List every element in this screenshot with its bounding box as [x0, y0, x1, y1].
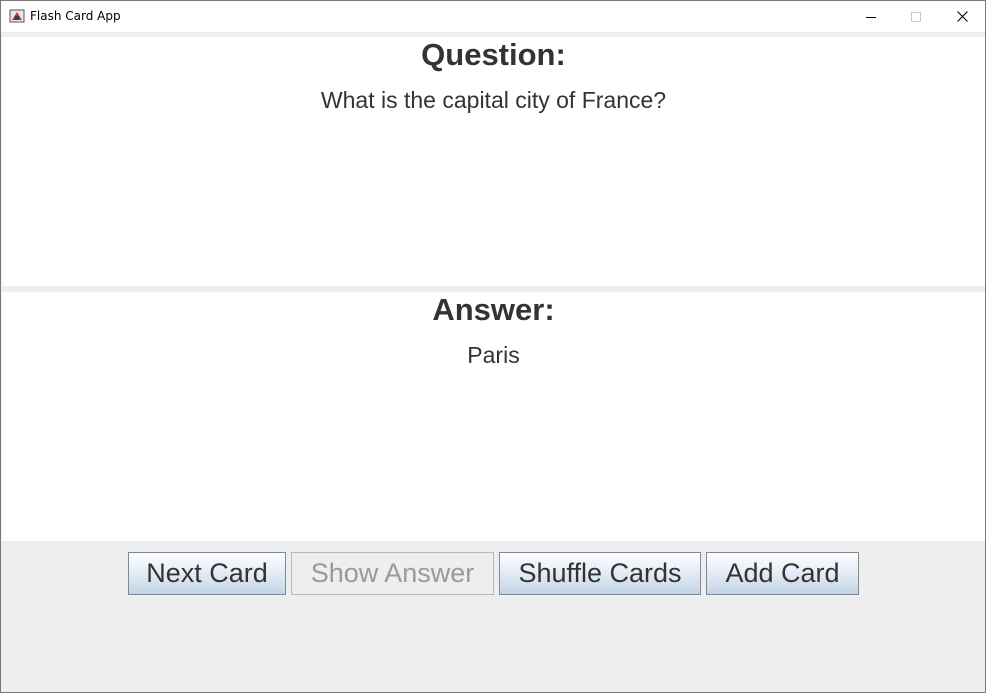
- answer-text: Paris: [467, 342, 520, 368]
- minimize-button[interactable]: [848, 1, 894, 32]
- java-app-icon: [9, 8, 25, 24]
- maximize-icon: [911, 11, 921, 22]
- question-panel: Question: What is the capital city of Fr…: [2, 37, 985, 286]
- title-bar[interactable]: Flash Card App: [1, 1, 985, 32]
- question-heading: Question:: [421, 37, 566, 72]
- close-icon: [956, 11, 968, 22]
- window-title: Flash Card App: [30, 9, 121, 23]
- shuffle-cards-button[interactable]: Shuffle Cards: [499, 552, 701, 595]
- next-card-button[interactable]: Next Card: [128, 552, 286, 595]
- add-card-button[interactable]: Add Card: [706, 552, 859, 595]
- maximize-button[interactable]: [893, 1, 939, 32]
- minimize-icon: [866, 16, 876, 18]
- question-text: What is the capital city of France?: [320, 87, 667, 113]
- answer-heading: Answer:: [432, 292, 555, 327]
- show-answer-button[interactable]: Show Answer: [291, 552, 494, 595]
- app-window: Flash Card App Question: What is the cap…: [0, 0, 986, 693]
- button-bar: Next Card Show Answer Shuffle Cards Add …: [2, 542, 985, 692]
- answer-panel: Answer: Paris: [2, 292, 985, 541]
- close-button[interactable]: [939, 1, 985, 32]
